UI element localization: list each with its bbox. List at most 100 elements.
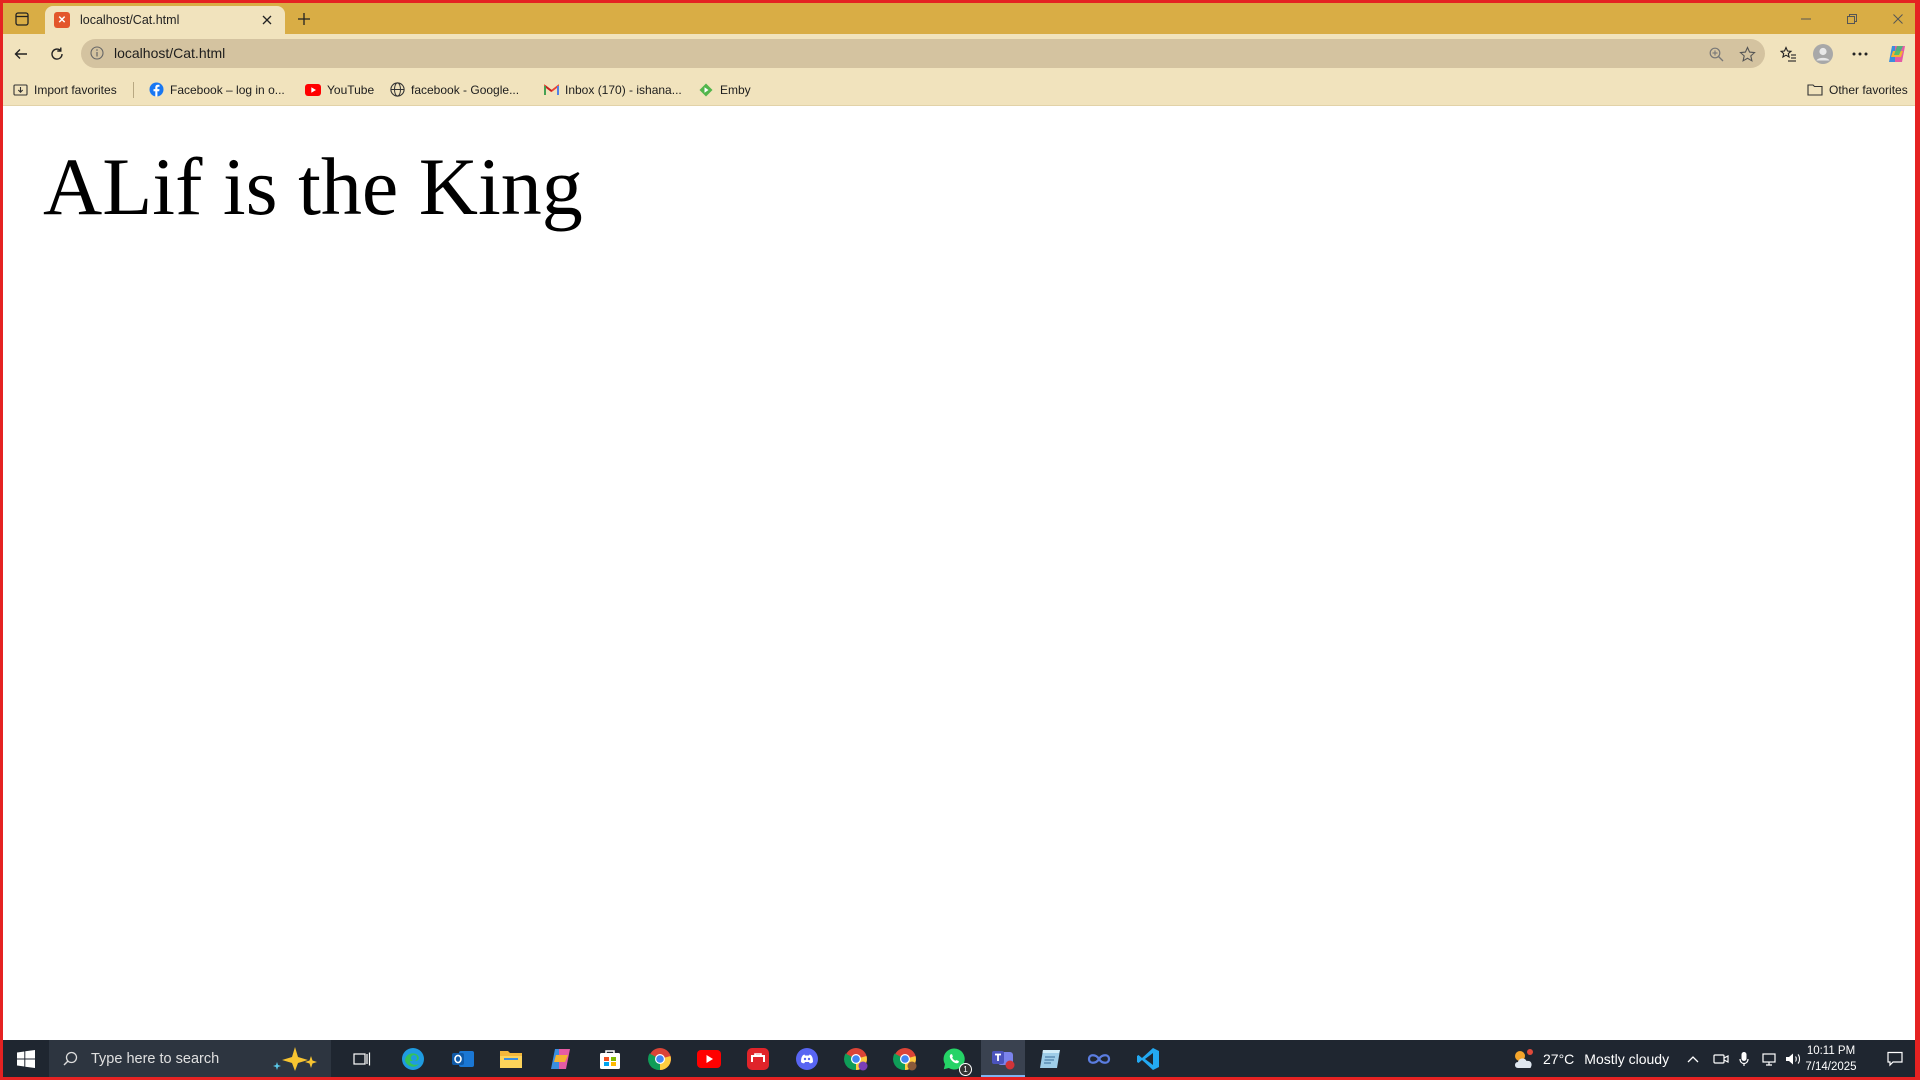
red-app-icon (747, 1048, 769, 1070)
tab-actions-icon (15, 12, 29, 26)
taskbar-discord[interactable] (792, 1044, 822, 1074)
favorite-label: Import favorites (34, 82, 117, 97)
favorite-emby[interactable]: Emby (698, 81, 751, 98)
notes-icon (1040, 1050, 1060, 1068)
other-favorites[interactable]: Other favorites (1807, 81, 1908, 98)
facebook-icon (148, 82, 164, 98)
favorite-label: facebook - Google... (411, 82, 520, 97)
window-close-button[interactable] (1875, 3, 1915, 34)
gmail-icon (543, 82, 559, 98)
import-favorites-icon (12, 82, 28, 98)
favorite-google-search[interactable]: facebook - Google... (389, 81, 519, 98)
favorites-button[interactable] (1776, 42, 1800, 66)
store-icon (600, 1050, 620, 1069)
task-view-button[interactable] (347, 1044, 377, 1074)
favorite-youtube[interactable]: YouTube (305, 81, 374, 98)
back-button[interactable] (9, 42, 33, 66)
close-icon (1893, 13, 1903, 24)
tab-strip: ✕ localhost/Cat.html (3, 3, 1915, 34)
taskbar-store[interactable] (595, 1044, 625, 1074)
tray-microphone[interactable] (1739, 1040, 1749, 1077)
folder-icon (500, 1051, 522, 1068)
youtube-icon (305, 82, 321, 98)
address-bar[interactable]: localhost/Cat.html (81, 39, 1765, 68)
taskbar-chrome[interactable] (645, 1044, 675, 1074)
favorites-divider (133, 82, 134, 98)
favorite-facebook[interactable]: Facebook – log in o... (148, 81, 285, 98)
page-heading: ALif is the King (43, 141, 583, 232)
tab-close-button[interactable] (259, 12, 275, 28)
chrome-icon (844, 1048, 868, 1071)
clock-date: 7/14/2025 (1805, 1061, 1857, 1073)
settings-menu-button[interactable] (1848, 42, 1872, 66)
windows-icon (17, 1049, 35, 1068)
chrome-icon (648, 1048, 671, 1071)
other-favorites-label: Other favorites (1829, 82, 1908, 97)
taskbar-chrome-profile-b[interactable] (890, 1044, 920, 1074)
copilot-icon (551, 1049, 570, 1069)
tab-active[interactable]: ✕ localhost/Cat.html (45, 6, 285, 34)
show-hidden-icons-button[interactable] (1687, 1040, 1699, 1077)
new-tab-button[interactable] (294, 9, 314, 29)
favorite-label: Inbox (170) - ishana... (565, 82, 682, 97)
taskbar-outlook[interactable] (448, 1044, 478, 1074)
site-info-icon[interactable] (89, 45, 105, 61)
sparkle-icon (273, 1047, 317, 1071)
weather-widget[interactable]: 27°C Mostly cloudy (1511, 1040, 1669, 1077)
address-url[interactable]: localhost/Cat.html (114, 45, 225, 61)
tab-actions-button[interactable] (11, 8, 33, 30)
tray-meet-now[interactable] (1713, 1040, 1729, 1077)
taskbar-teams[interactable] (981, 1040, 1025, 1077)
taskbar-infinity-app[interactable] (1084, 1044, 1114, 1074)
refresh-icon (51, 47, 63, 60)
taskbar-edge[interactable] (398, 1044, 428, 1074)
copilot-button[interactable] (1885, 42, 1909, 66)
taskbar-file-explorer[interactable] (496, 1044, 526, 1074)
taskbar-search[interactable]: Type here to search (49, 1040, 331, 1077)
taskbar-notes[interactable] (1035, 1044, 1065, 1074)
close-icon (262, 15, 272, 25)
taskbar-chrome-profile-a[interactable] (841, 1044, 871, 1074)
minimize-button[interactable] (1783, 3, 1829, 34)
taskbar-whatsapp[interactable]: 1 (939, 1044, 972, 1076)
restore-button[interactable] (1829, 3, 1875, 34)
minimize-icon (1801, 18, 1811, 19)
web-page: ALif is the King (3, 106, 1915, 1040)
favorite-label: Emby (720, 82, 751, 97)
more-icon (1852, 52, 1868, 56)
taskbar-red-app[interactable] (743, 1044, 773, 1074)
search-icon (61, 1050, 79, 1068)
refresh-button[interactable] (45, 42, 69, 66)
notification-center-button[interactable] (1885, 1049, 1905, 1069)
zoom-icon[interactable] (1707, 45, 1725, 63)
weather-temp: 27°C (1543, 1050, 1575, 1067)
xampp-icon: ✕ (54, 12, 70, 28)
infinity-icon (1087, 1054, 1111, 1064)
favorite-star-icon[interactable] (1737, 44, 1757, 64)
favorite-gmail[interactable]: Inbox (170) - ishana... (543, 81, 682, 98)
whatsapp-badge: 1 (959, 1063, 972, 1076)
start-button[interactable] (3, 1040, 49, 1077)
avatar-icon (1813, 44, 1833, 64)
taskbar: Type here to search 1 27°C Mostly cloudy… (3, 1040, 1915, 1077)
favorite-label: YouTube (327, 82, 375, 97)
profile-button[interactable] (1811, 42, 1835, 66)
clock-time: 10:11 PM (1806, 1045, 1856, 1057)
taskbar-copilot[interactable] (546, 1044, 576, 1074)
favorite-label: Facebook – log in o... (170, 82, 285, 97)
tray-network[interactable] (1760, 1040, 1778, 1077)
taskbar-vscode[interactable] (1133, 1044, 1163, 1074)
youtube-icon (697, 1050, 721, 1068)
taskbar-clock[interactable]: 10:11 PM 7/14/2025 (1801, 1043, 1861, 1075)
network-icon (1762, 1052, 1776, 1066)
chrome-icon (893, 1048, 917, 1071)
globe-icon (389, 82, 405, 98)
chevron-up-icon (1687, 1055, 1699, 1062)
favorites-list-icon (1779, 45, 1796, 62)
favorite-import[interactable]: Import favorites (12, 81, 117, 98)
back-arrow-icon (14, 49, 27, 59)
taskbar-youtube[interactable] (694, 1044, 724, 1074)
tab-title: localhost/Cat.html (80, 13, 180, 27)
weather-condition: Mostly cloudy (1584, 1050, 1670, 1067)
notification-icon (1887, 1051, 1903, 1067)
